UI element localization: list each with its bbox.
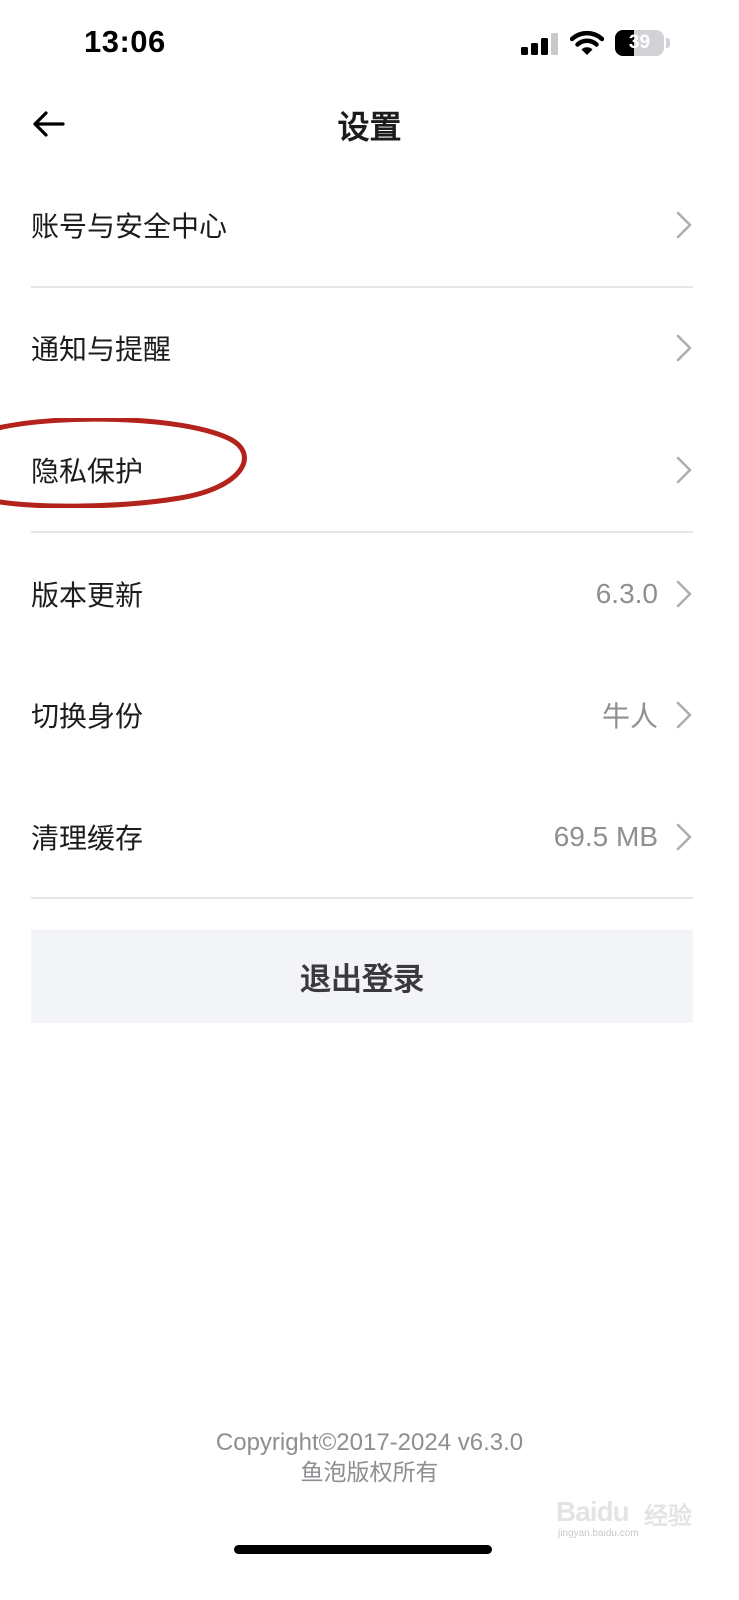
divider xyxy=(31,531,693,533)
footer: Copyright©2017-2024 v6.3.0 鱼泡版权所有 xyxy=(0,1428,739,1488)
chevron-right-icon xyxy=(676,334,692,362)
nav-bar: 设置 xyxy=(0,90,739,160)
annotation-ellipse xyxy=(0,418,247,508)
settings-item-value: 6.3.0 xyxy=(595,578,658,609)
settings-item-value: 牛人 xyxy=(601,700,658,733)
battery-level: 39 xyxy=(628,32,651,53)
settings-item-clear-cache[interactable]: 清理缓存 69.5 MB xyxy=(31,782,693,892)
logout-button[interactable]: 退出登录 xyxy=(31,930,693,1023)
wifi-icon xyxy=(570,30,604,55)
watermark: Baidu 经验 jingyan.baidu.com xyxy=(556,1490,696,1540)
watermark-domain: jingyan.baidu.com xyxy=(558,1528,639,1539)
battery-icon: 39 xyxy=(615,30,671,56)
chevron-right-icon xyxy=(676,211,692,239)
settings-item-notifications[interactable]: 通知与提醒 xyxy=(31,293,693,403)
status-time: 13:06 xyxy=(84,24,166,59)
settings-item-label: 通知与提醒 xyxy=(31,333,172,366)
settings-item-label: 切换身份 xyxy=(31,700,144,733)
settings-item-label: 账号与安全中心 xyxy=(31,210,228,243)
settings-item-value: 69.5 MB xyxy=(553,821,658,852)
settings-item-switch-identity[interactable]: 切换身份 牛人 xyxy=(31,660,693,770)
battery-cap xyxy=(666,38,670,48)
chevron-right-icon xyxy=(676,701,692,729)
arrow-left-icon xyxy=(33,111,65,137)
settings-item-label: 版本更新 xyxy=(31,579,144,612)
back-button[interactable] xyxy=(22,100,74,148)
chevron-right-icon xyxy=(676,823,692,851)
chevron-right-icon xyxy=(676,580,692,608)
page-title: 设置 xyxy=(337,108,402,146)
home-indicator[interactable] xyxy=(234,1545,492,1554)
settings-item-label: 清理缓存 xyxy=(31,822,144,855)
battery-body: 39 xyxy=(615,30,664,56)
footer-owner: 鱼泡版权所有 xyxy=(300,1460,439,1486)
status-bar: 13:06 39 xyxy=(0,0,739,90)
watermark-brand: Baidu xyxy=(556,1496,630,1527)
chevron-right-icon xyxy=(676,456,692,484)
divider xyxy=(31,286,693,288)
divider xyxy=(31,897,693,899)
settings-item-account-security[interactable]: 账号与安全中心 xyxy=(31,170,693,280)
watermark-suffix: 经验 xyxy=(644,1502,692,1530)
settings-item-version-update[interactable]: 版本更新 6.3.0 xyxy=(31,539,693,649)
footer-copyright: Copyright©2017-2024 v6.3.0 xyxy=(215,1429,524,1456)
signal-icon xyxy=(521,33,558,55)
